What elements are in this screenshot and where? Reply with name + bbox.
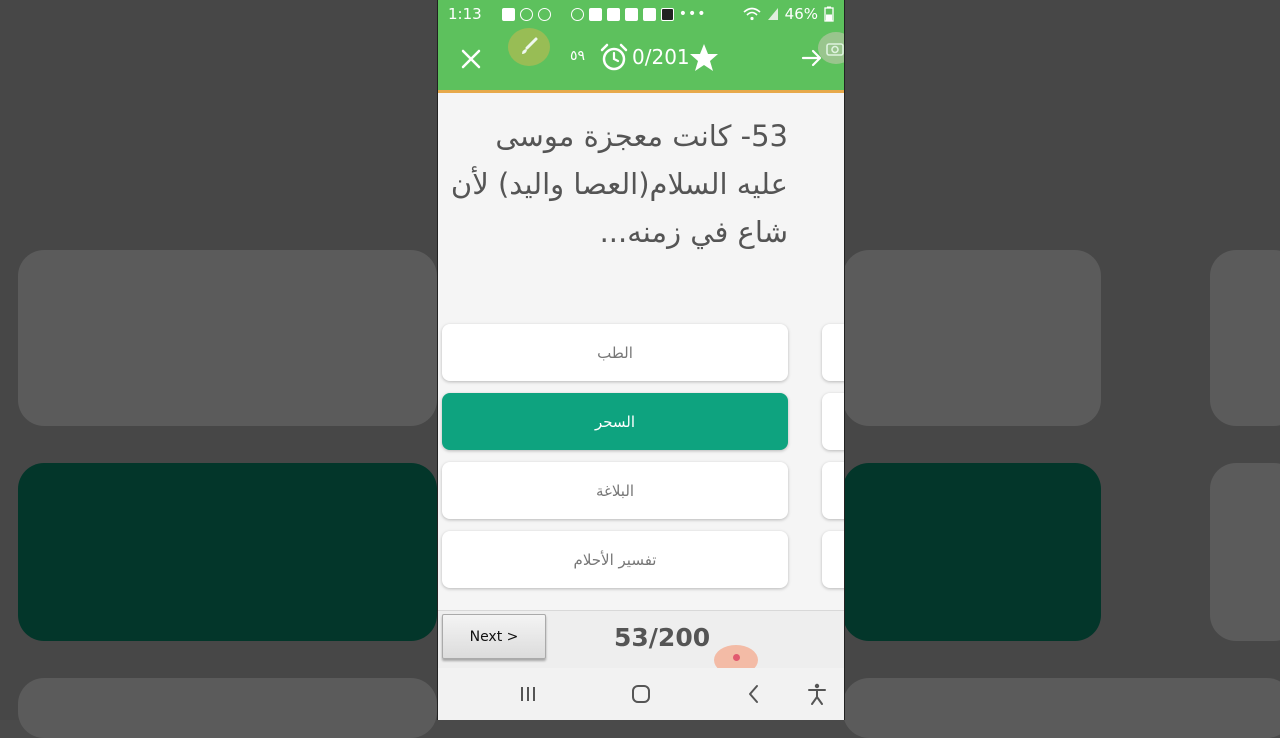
facebook-icon <box>519 7 533 21</box>
question-progress: 53/200 <box>614 623 711 652</box>
status-bar: 1:13 ••• 46% <box>438 0 844 28</box>
facebook-icon-2 <box>537 7 551 21</box>
brush-icon <box>522 37 538 54</box>
bg-card-left <box>18 250 437 426</box>
question-text: 53- كانت معجزة موسى عليه السلام(العصا وا… <box>438 112 788 262</box>
system-nav-bar <box>438 668 844 720</box>
wifi-icon <box>743 7 761 21</box>
question-line-3: شاع في زمنه... <box>599 215 788 249</box>
question-number-arabic: ٥٩ <box>570 48 586 64</box>
bg-card-bottom <box>18 678 437 738</box>
next-page-card <box>822 462 844 519</box>
answer-option-3[interactable]: البلاغة <box>442 462 788 519</box>
app-notification-icons: ••• <box>570 6 707 22</box>
recent-apps-icon[interactable] <box>516 682 540 706</box>
next-page-card <box>822 393 844 450</box>
bg-selected-right <box>843 463 1101 641</box>
next-page-card <box>822 531 844 588</box>
question-line-1: 53- كانت معجزة موسى <box>495 119 788 153</box>
question-line-2: عليه السلام(العصا واليد) لأن <box>450 167 788 201</box>
gallery-icon <box>642 7 656 21</box>
viber-icon-2 <box>606 7 620 21</box>
answer-option-4[interactable]: تفسير الأحلام <box>442 531 788 588</box>
more-notifications-icon: ••• <box>678 6 707 22</box>
battery-level: 46% <box>784 5 818 23</box>
kaaba-icon <box>660 7 674 21</box>
home-icon[interactable] <box>629 682 653 706</box>
close-icon[interactable] <box>456 44 486 74</box>
next-button[interactable]: Next > <box>442 614 546 659</box>
bg-card-far-right <box>1210 250 1280 426</box>
score-counter: 0/201 <box>632 45 690 69</box>
bg-card-right <box>843 250 1101 426</box>
app-toolbar: ٥٩ 0/201 <box>438 28 844 93</box>
video-icon <box>624 7 638 21</box>
bg-card-bottom-right <box>843 678 1280 738</box>
battery-icon <box>824 6 834 22</box>
status-time: 1:13 <box>448 5 482 23</box>
alarm-clock-icon[interactable] <box>599 43 629 73</box>
answer-option-2[interactable]: السحر <box>442 393 788 450</box>
notification-icon <box>570 7 584 21</box>
bottom-bar: Next > 53/200 <box>438 610 844 675</box>
back-icon[interactable] <box>742 682 766 706</box>
phone-screen: 1:13 ••• 46% ٥٩ 0/201 53- كانت معجزة موس… <box>437 0 845 720</box>
answer-option-1[interactable]: الطب <box>442 324 788 381</box>
accessibility-icon[interactable] <box>805 682 829 706</box>
brush-button[interactable] <box>508 28 550 66</box>
bg-card-far-right-2 <box>1210 463 1280 641</box>
bg-selected-left <box>18 463 437 641</box>
message-icon <box>501 7 515 21</box>
notification-icons <box>501 7 551 21</box>
star-icon[interactable] <box>688 42 720 74</box>
next-page-card <box>822 324 844 381</box>
signal-icon <box>767 8 778 20</box>
viber-icon <box>588 7 602 21</box>
camera-icon <box>826 43 844 56</box>
